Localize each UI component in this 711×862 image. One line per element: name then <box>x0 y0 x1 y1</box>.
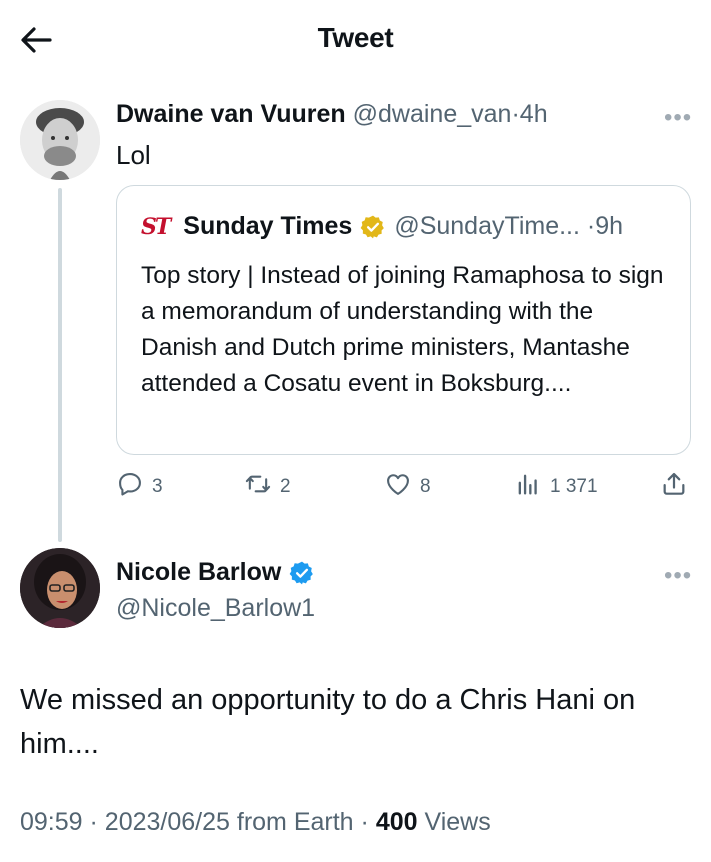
like-count: 8 <box>420 476 431 497</box>
share-icon <box>660 470 696 504</box>
tweet-date[interactable]: 2023/06/25 <box>105 808 230 836</box>
quoted-tweet-time: 9h <box>595 212 624 240</box>
retweet-count: 2 <box>280 476 291 497</box>
gold-verified-badge-icon <box>360 214 386 240</box>
sunday-times-logo-icon: ST <box>141 213 171 240</box>
author-name[interactable]: Nicole Barlow <box>116 558 281 587</box>
author-name[interactable]: Dwaine van Vuuren <box>116 100 346 128</box>
views-button[interactable]: 1 371 <box>514 470 598 504</box>
separator-dot: · <box>511 100 520 128</box>
retweet-icon <box>244 470 280 504</box>
quoted-tweet-header: ST Sunday Times @SundayTime... · 9h <box>141 212 623 241</box>
tweet-header: Dwaine van Vuuren @dwaine_van·4h <box>116 100 548 129</box>
reply-button[interactable]: 3 <box>116 470 163 504</box>
more-horizontal-icon[interactable]: ••• <box>664 562 692 590</box>
quoted-author-handle: @SundayTime... <box>394 212 580 240</box>
retweet-button[interactable]: 2 <box>244 470 291 504</box>
quoted-tweet-card[interactable]: ST Sunday Times @SundayTime... · 9h Top s… <box>116 185 691 455</box>
quoted-author-name: Sunday Times <box>183 212 353 240</box>
separator-dot: · <box>89 808 98 836</box>
more-horizontal-icon[interactable]: ••• <box>664 104 692 132</box>
author-handle[interactable]: @dwaine_van <box>353 100 512 128</box>
views-count: 1 371 <box>550 476 598 497</box>
views-label: Views <box>424 808 491 836</box>
tweet-time[interactable]: 4h <box>520 100 548 128</box>
views-total: 400 <box>375 808 418 836</box>
blue-verified-badge-icon <box>289 560 315 586</box>
reply-count: 3 <box>152 476 163 497</box>
share-button[interactable] <box>660 470 696 504</box>
separator-dot: · <box>586 212 596 240</box>
avatar[interactable] <box>20 100 100 180</box>
heart-icon <box>384 470 420 504</box>
reply-icon <box>116 470 152 504</box>
tweet-source: from Earth <box>236 808 354 836</box>
page-title: Tweet <box>317 22 394 53</box>
tweet-actions: 3 2 8 1 371 <box>116 470 696 506</box>
tweet-meta: 09:59 · 2023/06/25 from Earth · 400 View… <box>20 808 491 837</box>
tweet-text: We missed an opportunity to do a Chris H… <box>20 684 636 760</box>
tweet-timestamp[interactable]: 09:59 <box>20 808 83 836</box>
like-button[interactable]: 8 <box>384 470 431 504</box>
top-bar: Tweet <box>0 0 711 80</box>
separator-dot: · <box>360 808 369 836</box>
reply-author-header: Nicole Barlow <box>116 558 323 587</box>
author-handle[interactable]: @Nicole_Barlow1 <box>116 594 315 623</box>
quoted-tweet-text: Top story | Instead of joining Ramaphosa… <box>141 262 664 397</box>
views-chart-icon <box>514 470 550 504</box>
avatar[interactable] <box>20 548 100 628</box>
thread-connector <box>58 188 62 542</box>
tweet-text: Lol <box>116 140 151 170</box>
